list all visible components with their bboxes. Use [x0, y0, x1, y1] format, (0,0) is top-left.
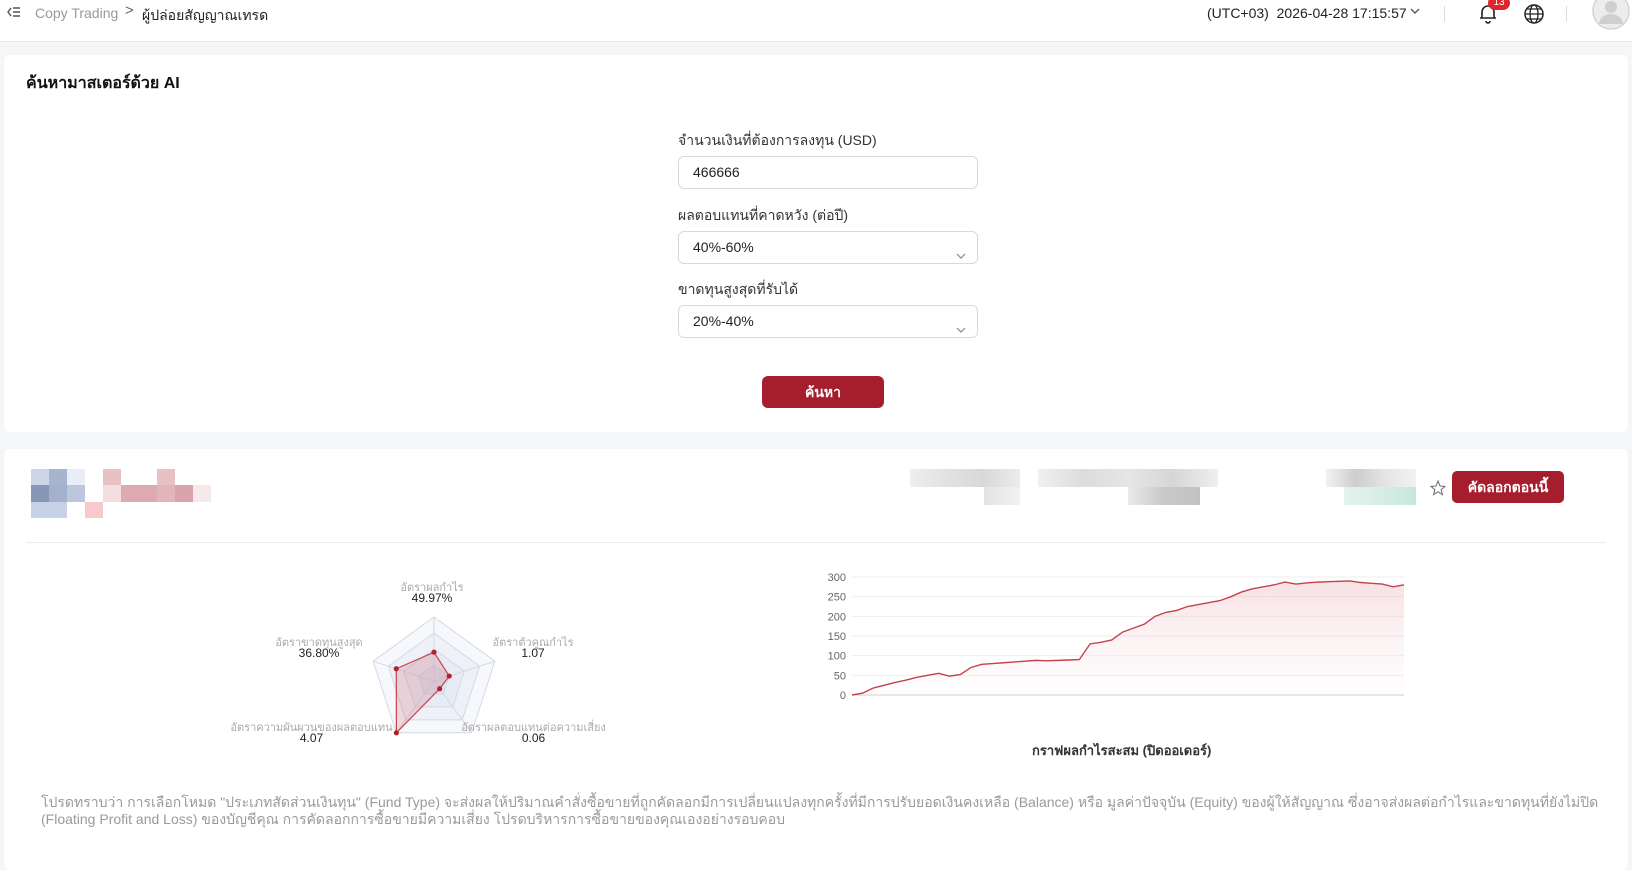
search-button[interactable]: ค้นหา — [762, 376, 884, 408]
y-tick-label: 200 — [828, 611, 846, 623]
chevron-down-icon — [955, 242, 967, 259]
chevron-down-icon[interactable] — [1408, 4, 1422, 18]
radar-value-max-drawdown: 36.80% — [298, 646, 340, 660]
radar-value-profit-factor: 1.07 — [521, 646, 545, 660]
timezone-clock[interactable]: (UTC+03) 2026-04-28 17:15:57 — [1207, 5, 1407, 21]
collapse-menu-icon[interactable] — [6, 4, 22, 24]
ai-master-search-card: ค้นหามาสเตอร์ด้วย AI จำนวนเงินที่ต้องการ… — [4, 55, 1628, 432]
y-tick-label: 150 — [828, 631, 846, 643]
cumulative-profit-chart: 0 50 100 150 200 250 300 — [828, 572, 1405, 702]
datetime-label: 2026-04-28 17:15:57 — [1276, 5, 1407, 21]
amount-input[interactable]: 466666 — [678, 156, 978, 189]
amount-label: จำนวนเงินที่ต้องการลงทุน (USD) — [678, 132, 877, 148]
master-result-card: คัดลอกตอนนี้ อัตราผลกำไร 49.97% อัตราตัว… — [4, 449, 1628, 870]
top-bar: Copy Trading > ผู้ปล่อยสัญญาณเทรด (UTC+0… — [0, 0, 1632, 42]
card-title: ค้นหามาสเตอร์ด้วย AI — [26, 75, 180, 92]
radar-value-return-risk: 0.06 — [521, 731, 546, 745]
avatar[interactable] — [1592, 0, 1630, 30]
y-tick-label: 0 — [840, 690, 846, 702]
favorite-star-icon[interactable] — [1429, 479, 1447, 497]
y-tick-label: 300 — [828, 572, 846, 584]
max-drawdown-value: 20%-40% — [693, 313, 754, 329]
divider — [26, 542, 1606, 543]
copy-now-button[interactable]: คัดลอกตอนนี้ — [1452, 471, 1564, 503]
radar-value-win-rate: 49.97% — [411, 591, 453, 605]
radar-point-4 — [393, 666, 399, 672]
y-tick-label: 250 — [828, 592, 846, 604]
expected-return-label: ผลตอบแทนที่คาดหวัง (ต่อปี) — [678, 207, 849, 223]
radar-point-1 — [446, 673, 452, 679]
breadcrumb-copy-trading[interactable]: Copy Trading — [35, 5, 118, 21]
notification-badge: 13 — [1488, 0, 1510, 10]
radar-point-2 — [437, 686, 443, 692]
profit-area-0 — [852, 580, 1404, 695]
expected-return-value: 40%-60% — [693, 239, 754, 255]
divider — [1566, 6, 1567, 22]
risk-disclaimer: โปรดทราบว่า การเลือกโหมด "ประเภทสัดส่วนเ… — [41, 794, 1599, 827]
y-tick-label: 100 — [828, 651, 846, 663]
timezone-label: (UTC+03) — [1207, 5, 1269, 21]
radar-value-volatility: 4.07 — [299, 731, 324, 745]
chevron-down-icon — [955, 316, 967, 333]
y-tick-label: 50 — [834, 670, 846, 682]
breadcrumb-current: ผู้ปล่อยสัญญาณเทรด — [142, 7, 269, 23]
globe-icon[interactable] — [1522, 2, 1546, 26]
divider — [1444, 6, 1445, 22]
max-drawdown-select[interactable]: 20%-40% — [678, 305, 978, 338]
radar-point-3 — [393, 730, 399, 736]
breadcrumb-separator: > — [125, 2, 134, 19]
max-drawdown-label: ขาดทุนสูงสุดที่รับได้ — [678, 281, 799, 297]
expected-return-select[interactable]: 40%-60% — [678, 231, 978, 264]
chart-caption: กราฟผลกำไรสะสม (ปิดออเดอร์) — [1032, 743, 1212, 758]
radar-point-0 — [431, 649, 437, 655]
